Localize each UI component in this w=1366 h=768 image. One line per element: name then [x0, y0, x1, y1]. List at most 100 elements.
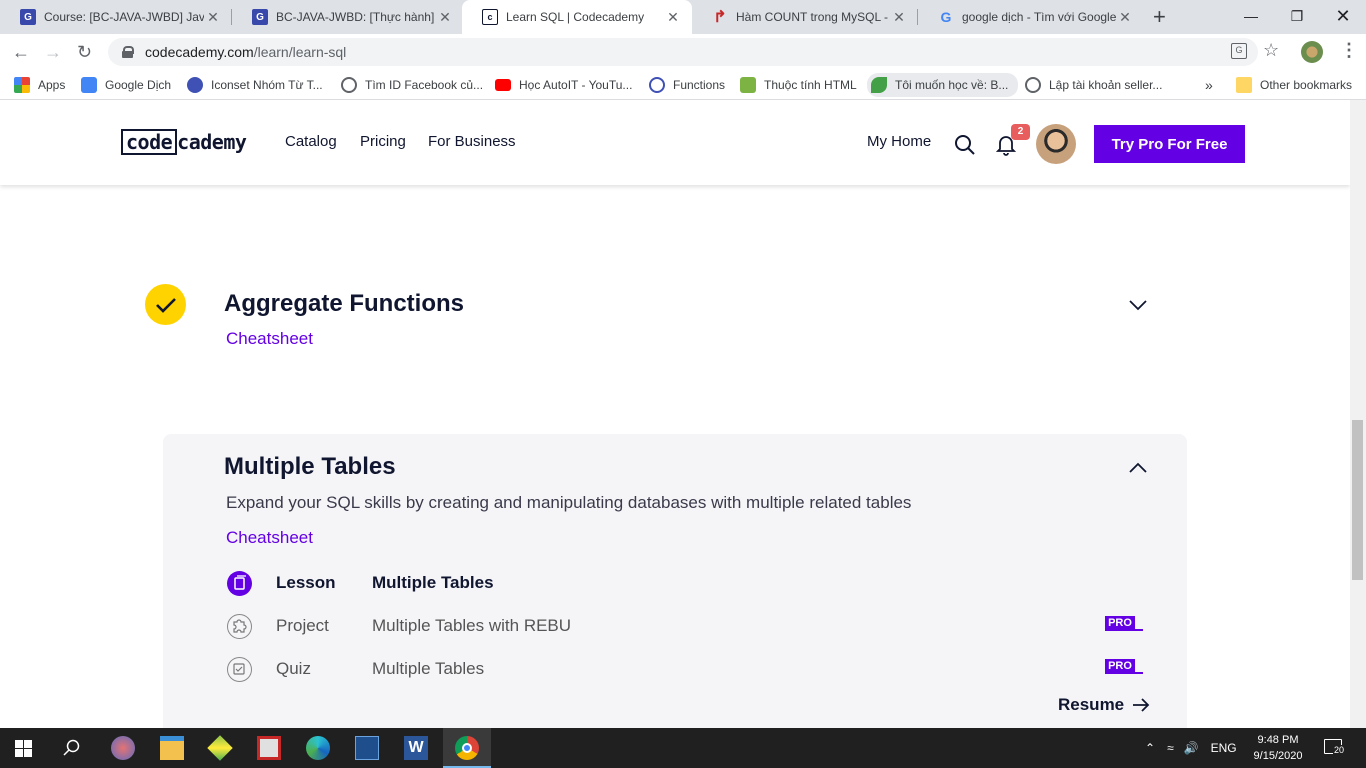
bookmark-apps[interactable]: Apps	[14, 75, 65, 95]
app-icon[interactable]	[207, 735, 233, 761]
pro-badge-text: PRO	[1105, 659, 1135, 674]
file-explorer-icon[interactable]	[160, 736, 184, 760]
quiz-link[interactable]: Multiple Tables	[372, 659, 484, 679]
bookmark-item[interactable]: Tìm ID Facebook củ...	[341, 75, 483, 95]
tab-favicon-icon: G	[940, 9, 952, 25]
bookmark-label: Functions	[673, 78, 726, 92]
arrow-right-icon	[1133, 698, 1150, 712]
app-icon[interactable]	[355, 736, 379, 760]
resume-button[interactable]: Resume	[1058, 695, 1150, 715]
chevron-down-icon[interactable]	[1128, 299, 1148, 311]
chrome-taskbar-active[interactable]	[443, 728, 491, 768]
tab-title: Hàm COUNT trong MySQL - Fr	[736, 10, 890, 24]
close-tab-icon[interactable]: ✕	[890, 9, 908, 26]
tab-title: Course: [BC-JAVA-JWBD] Java V	[44, 10, 204, 24]
nav-for-business[interactable]: For Business	[428, 133, 516, 150]
bookmark-item[interactable]: Iconset Nhóm Từ T...	[187, 75, 323, 95]
item-type-label: Project	[276, 616, 329, 635]
bookmark-label: Học AutoIT - YouTu...	[519, 78, 633, 92]
cheatsheet-link[interactable]: Cheatsheet	[226, 329, 313, 349]
page-content: code cademy Catalog Pricing For Business …	[0, 100, 1350, 728]
tab-favicon-icon: c	[482, 9, 498, 25]
browser-tab[interactable]: G BC-JAVA-JWBD: [Thực hành] Cá ✕	[232, 0, 464, 34]
tab-favicon-icon: ↱	[713, 9, 727, 26]
volume-icon[interactable]: 🔊	[1184, 741, 1199, 755]
browser-tab-active[interactable]: c Learn SQL | Codecademy ✕	[462, 0, 692, 34]
other-bookmarks[interactable]: Other bookmarks	[1236, 75, 1352, 95]
close-tab-icon[interactable]: ✕	[664, 9, 682, 26]
translate-icon[interactable]: G	[1231, 43, 1247, 59]
globe-icon	[1025, 77, 1041, 93]
item-type-label: Quiz	[276, 659, 311, 678]
module-title: Aggregate Functions	[224, 290, 465, 317]
bookmark-label: Tìm ID Facebook củ...	[365, 78, 484, 92]
scrollbar-thumb[interactable]	[1352, 420, 1363, 580]
codecademy-logo[interactable]: code cademy	[121, 129, 247, 155]
project-puzzle-icon	[227, 614, 252, 639]
google-translate-icon	[81, 77, 97, 93]
back-icon[interactable]: ←	[12, 42, 30, 63]
profile-avatar[interactable]	[1301, 41, 1323, 63]
bookmark-item[interactable]: Thuộc tính HTML	[740, 75, 857, 95]
site-header: code cademy Catalog Pricing For Business …	[0, 100, 1350, 185]
window-close-icon[interactable]: ✕	[1320, 0, 1366, 32]
taskbar-search-icon[interactable]	[63, 739, 81, 757]
new-tab-icon[interactable]: +	[1153, 4, 1166, 30]
close-tab-icon[interactable]: ✕	[436, 9, 454, 26]
tab-favicon-icon: G	[252, 9, 268, 25]
iconset-icon	[187, 77, 203, 93]
tab-title: Learn SQL | Codecademy	[506, 10, 645, 24]
forward-icon[interactable]: →	[44, 42, 62, 63]
nav-catalog[interactable]: Catalog	[285, 133, 337, 150]
page-scrollbar[interactable]	[1350, 100, 1366, 728]
tray-chevron-up-icon[interactable]: ⌃	[1145, 741, 1155, 755]
try-pro-button[interactable]: Try Pro For Free	[1094, 125, 1245, 163]
nav-pricing[interactable]: Pricing	[360, 133, 406, 150]
browser-tab[interactable]: ↱ Hàm COUNT trong MySQL - Fr ✕	[692, 0, 918, 34]
chevron-up-icon[interactable]	[1128, 462, 1148, 474]
html-icon	[740, 77, 756, 93]
module-title: Multiple Tables	[224, 453, 396, 480]
user-avatar[interactable]	[1036, 124, 1076, 164]
url-bar[interactable]: codecademy.com/learn/learn-sql	[108, 38, 1258, 66]
bookmark-item[interactable]: Functions	[649, 75, 725, 95]
nav-my-home[interactable]: My Home	[867, 133, 931, 150]
windows-start-icon[interactable]	[15, 740, 32, 757]
minimize-icon[interactable]: —	[1228, 0, 1274, 32]
action-center-icon[interactable]: 20	[1324, 739, 1346, 755]
bookmarks-overflow-icon[interactable]: »	[1205, 75, 1213, 95]
bookmarks-bar: Apps Google Dịch Iconset Nhóm Từ T... Tì…	[0, 70, 1366, 100]
leaf-icon	[871, 77, 887, 93]
bookmark-label: Tôi muốn học về: B...	[895, 78, 1009, 92]
paint-app-icon[interactable]	[111, 736, 135, 760]
browser-tab[interactable]: G Course: [BC-JAVA-JWBD] Java V ✕	[0, 0, 232, 34]
close-tab-icon[interactable]: ✕	[1116, 9, 1134, 26]
restore-icon[interactable]: ❐	[1274, 0, 1320, 32]
bookmark-label: Thuộc tính HTML	[764, 78, 857, 92]
project-link[interactable]: Multiple Tables with REBU	[372, 616, 571, 636]
clock[interactable]: 9:48 PM 9/15/2020	[1250, 732, 1306, 764]
edge-browser-icon[interactable]	[306, 736, 330, 760]
bookmark-label: Apps	[38, 78, 66, 92]
bookmark-item[interactable]: Tôi muốn học về: B...	[867, 73, 1019, 97]
bookmark-item[interactable]: Lập tài khoản seller...	[1025, 75, 1162, 95]
close-tab-icon[interactable]: ✕	[204, 9, 222, 26]
clock-time: 9:48 PM	[1257, 734, 1299, 746]
tab-favicon-icon: G	[20, 9, 36, 25]
word-icon[interactable]: W	[404, 736, 428, 760]
menu-kebab-icon[interactable]: ⋮	[1340, 40, 1358, 61]
apps-grid-icon	[14, 77, 30, 93]
bookmark-star-icon[interactable]: ☆	[1263, 40, 1279, 61]
browser-tab[interactable]: G google dịch - Tìm với Google ✕	[918, 0, 1144, 34]
wifi-icon[interactable]: ≈	[1167, 741, 1174, 755]
lesson-link[interactable]: Multiple Tables	[372, 573, 494, 593]
pro-badge: PRO	[1105, 616, 1143, 634]
cheatsheet-link[interactable]: Cheatsheet	[226, 528, 313, 548]
reload-icon[interactable]: ↻	[77, 42, 92, 63]
search-icon[interactable]	[954, 134, 976, 156]
input-language[interactable]: ENG	[1211, 741, 1237, 755]
bookmark-item[interactable]: Học AutoIT - YouTu...	[495, 75, 632, 95]
app-icon[interactable]	[257, 736, 281, 760]
bookmark-item[interactable]: Google Dịch	[81, 75, 171, 95]
system-tray: ⌃ ≈ 🔊 ENG	[1145, 728, 1255, 768]
